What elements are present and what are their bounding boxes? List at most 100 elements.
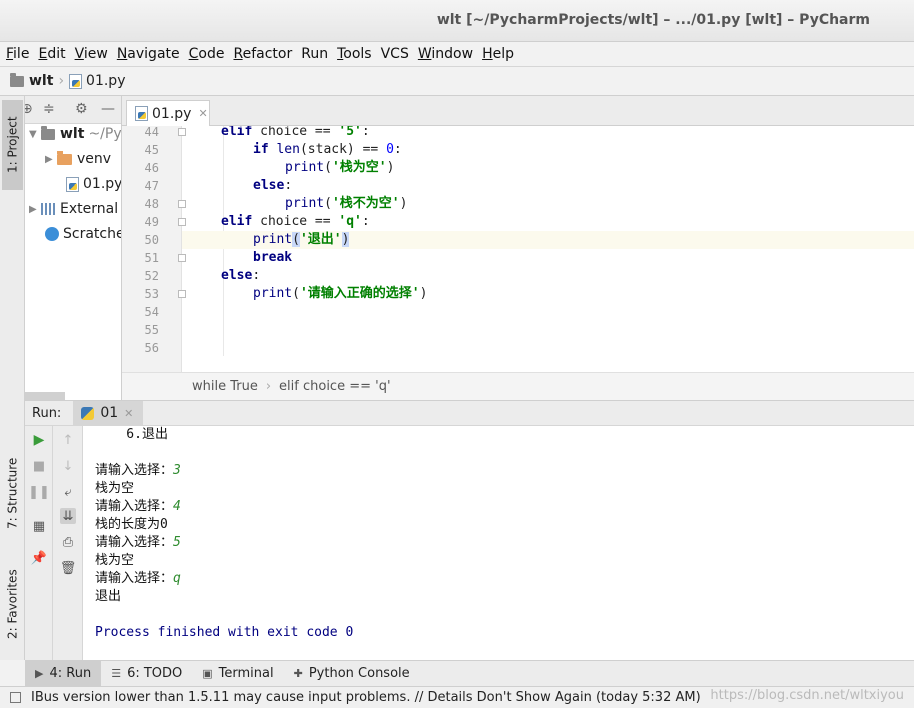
run-icon[interactable]: ▶: [31, 432, 47, 448]
editor-tab-bar: 01.py ✕: [122, 96, 914, 126]
menu-run[interactable]: Run: [301, 46, 328, 62]
console-line: 请输入选择：3: [95, 463, 181, 478]
tree-item-file[interactable]: 01.py: [66, 173, 121, 195]
tool-tab-project[interactable]: 1: Project: [2, 100, 23, 190]
bottom-tool-tabs: ▶ 4: Run ☰ 6: TODO ▣ Terminal ✚ Python Conso…: [25, 660, 914, 687]
menu-window[interactable]: Window: [418, 46, 473, 62]
scratch-icon: [45, 227, 59, 241]
tool-tab-run[interactable]: ▶ 4: Run: [25, 660, 102, 687]
nav-project[interactable]: wlt: [29, 73, 53, 89]
editor-tab-01py[interactable]: 01.py ✕: [126, 100, 210, 126]
python-file-icon: [66, 176, 79, 192]
status-message[interactable]: IBus version lower than 1.5.11 may cause…: [31, 690, 701, 705]
folder-icon: [57, 150, 72, 165]
tool-tab-todo[interactable]: ☰ 6: TODO: [101, 661, 192, 687]
soft-wrap-icon[interactable]: ⤶: [60, 484, 76, 500]
tool-tab-terminal[interactable]: ▣ Terminal: [192, 661, 283, 687]
menu-tools[interactable]: Tools: [337, 46, 372, 62]
breadcrumb-separator: ›: [265, 379, 272, 394]
run-toolbar-secondary: ↑ ↓ ⤶ ⇊ ⎙ 🗑: [53, 426, 83, 660]
status-toggle-icon[interactable]: [10, 692, 21, 703]
console-line: 6.退出: [95, 427, 168, 442]
run-label: Run:: [32, 405, 62, 421]
terminal-icon: ▣: [202, 667, 213, 680]
title-bar: wlt [~/PycharmProjects/wlt] – .../01.py …: [0, 0, 914, 42]
line-number: 48: [144, 197, 159, 211]
menu-vcs[interactable]: VCS: [381, 46, 409, 62]
print-icon[interactable]: ⎙: [60, 534, 76, 550]
list-icon: ☰: [111, 667, 122, 680]
line-number: 45: [144, 143, 159, 157]
tree-root[interactable]: ▼ wlt ~/Py: [29, 123, 121, 145]
code-line: break: [253, 250, 293, 265]
up-arrow-icon[interactable]: ↑: [60, 432, 76, 448]
project-panel: ⊕ ≑ ⚙ — ▼ wlt ~/Py ▶ venv 01.py ▶ Extern…: [25, 96, 122, 400]
window-title: wlt [~/PycharmProjects/wlt] – .../01.py …: [436, 12, 870, 28]
run-header: Run: 01 ✕: [25, 400, 914, 426]
tool-tab-favorites[interactable]: 2: Favorites: [2, 556, 23, 652]
settings-icon[interactable]: ⚙: [75, 101, 88, 117]
console-line: 退出: [95, 589, 122, 604]
stop-icon[interactable]: ■: [31, 458, 47, 474]
menu-file[interactable]: File: [6, 46, 29, 62]
run-icon: ▶: [35, 667, 44, 680]
navigation-bar: wlt › 01.py: [0, 66, 914, 96]
menu-edit[interactable]: Edit: [38, 46, 65, 62]
menu-refactor[interactable]: Refactor: [233, 46, 292, 62]
code-line: if len(stack) == 0:: [253, 142, 402, 157]
layout-icon[interactable]: ▦: [31, 518, 47, 534]
code-editor[interactable]: 44 45 46 47 48 49 50 51 52 53 54 55 56 e…: [122, 126, 914, 372]
code-line: print('栈不为空'): [285, 196, 408, 211]
menu-view[interactable]: View: [75, 46, 108, 62]
run-tab-01[interactable]: 01 ✕: [73, 400, 144, 426]
menu-help[interactable]: Help: [482, 46, 514, 62]
current-code-line: print('退出'): [182, 231, 914, 249]
line-number: 55: [144, 323, 159, 337]
folder-icon: [10, 72, 24, 87]
collapse-icon[interactable]: ≑: [43, 101, 55, 117]
process-finished-line: Process finished with exit code 0: [95, 625, 354, 640]
console-line: 请输入选择：5: [95, 535, 181, 550]
python-file-icon: [135, 106, 148, 121]
expand-arrow-icon[interactable]: ▶: [29, 204, 41, 215]
watermark: https://blog.csdn.net/wltxiyou: [710, 688, 904, 703]
close-icon[interactable]: ✕: [198, 107, 207, 120]
project-toolbar: ⊕ ≑ ⚙ —: [25, 96, 121, 124]
line-number: 44: [144, 126, 159, 139]
pin-icon[interactable]: 📌: [31, 550, 47, 566]
breadcrumb-elif[interactable]: elif choice == 'q': [279, 379, 390, 394]
console-line: 请输入选择：q: [95, 571, 181, 586]
tool-tab-python-console[interactable]: ✚ Python Console: [284, 661, 420, 687]
line-number: 49: [144, 215, 159, 229]
tree-item-external-libraries[interactable]: ▶ External: [29, 198, 118, 220]
horizontal-scrollbar[interactable]: [25, 392, 65, 400]
down-arrow-icon[interactable]: ↓: [60, 458, 76, 474]
locate-icon[interactable]: ⊕: [25, 101, 33, 117]
line-number: 51: [144, 251, 159, 265]
python-icon: [81, 406, 95, 420]
run-console[interactable]: 6.退出 请输入选择：3 栈为空 请输入选择：4 栈的长度为0 请输入选择：5 …: [83, 426, 914, 660]
menu-code[interactable]: Code: [189, 46, 225, 62]
expand-arrow-icon[interactable]: ▼: [29, 129, 41, 140]
nav-separator: ›: [58, 73, 65, 89]
nav-file[interactable]: 01.py: [86, 73, 125, 89]
close-icon[interactable]: ✕: [124, 407, 133, 420]
line-number: 53: [144, 287, 159, 301]
tree-item-venv[interactable]: ▶ venv: [45, 148, 111, 170]
code-line: elif choice == '5':: [221, 126, 370, 139]
tool-tab-structure[interactable]: 7: Structure: [2, 444, 23, 542]
expand-arrow-icon[interactable]: ▶: [45, 154, 57, 165]
run-toolbar-primary: ▶ ■ ❚❚ ▦ 📌: [25, 426, 53, 660]
menu-bar: File Edit View Navigate Code Refactor Ru…: [0, 42, 914, 66]
pause-icon[interactable]: ❚❚: [28, 484, 50, 500]
line-number: 47: [144, 179, 159, 193]
tree-item-scratches[interactable]: Scratche: [45, 223, 121, 245]
line-number: 46: [144, 161, 159, 175]
menu-navigate[interactable]: Navigate: [117, 46, 180, 62]
trash-icon[interactable]: 🗑: [60, 560, 77, 576]
library-icon: [41, 203, 55, 215]
breadcrumb-while[interactable]: while True: [192, 379, 258, 394]
scroll-to-end-icon[interactable]: ⇊: [60, 508, 76, 524]
hide-icon[interactable]: —: [101, 101, 115, 117]
